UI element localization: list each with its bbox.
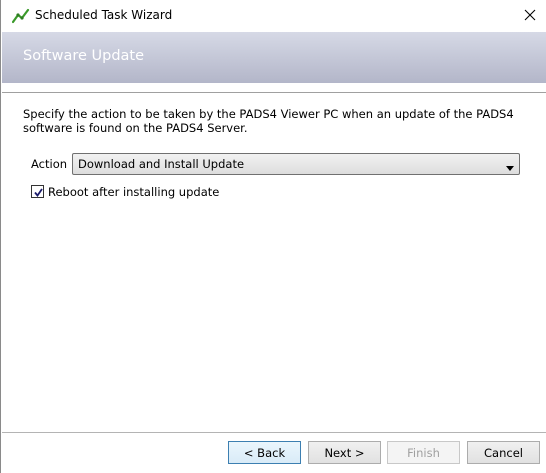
- finish-button[interactable]: Finish: [387, 441, 460, 464]
- title-bar: Scheduled Task Wizard: [1, 0, 546, 32]
- dropdown-arrow-icon: [506, 161, 514, 171]
- reboot-checkbox-label: Reboot after installing update: [48, 185, 220, 199]
- close-icon: [524, 9, 536, 24]
- wizard-window: Scheduled Task Wizard Software Update Sp…: [0, 0, 546, 473]
- action-selected-value: Download and Install Update: [78, 157, 245, 171]
- close-button[interactable]: [514, 0, 546, 32]
- instructions-text: Specify the action to be taken by the PA…: [23, 107, 514, 135]
- back-button[interactable]: < Back: [228, 441, 301, 464]
- reboot-checkbox[interactable]: [31, 185, 44, 198]
- chart-line-icon: [11, 8, 30, 24]
- cancel-button[interactable]: Cancel: [467, 441, 540, 464]
- window-title: Scheduled Task Wizard: [35, 8, 173, 22]
- header-divider: [2, 92, 546, 93]
- footer-divider: [2, 432, 546, 433]
- action-dropdown[interactable]: Download and Install Update: [72, 153, 520, 175]
- next-button[interactable]: Next >: [308, 441, 381, 464]
- page-title: Software Update: [23, 48, 145, 64]
- wizard-header-banner: Software Update: [2, 32, 546, 83]
- action-label: Action: [31, 157, 68, 171]
